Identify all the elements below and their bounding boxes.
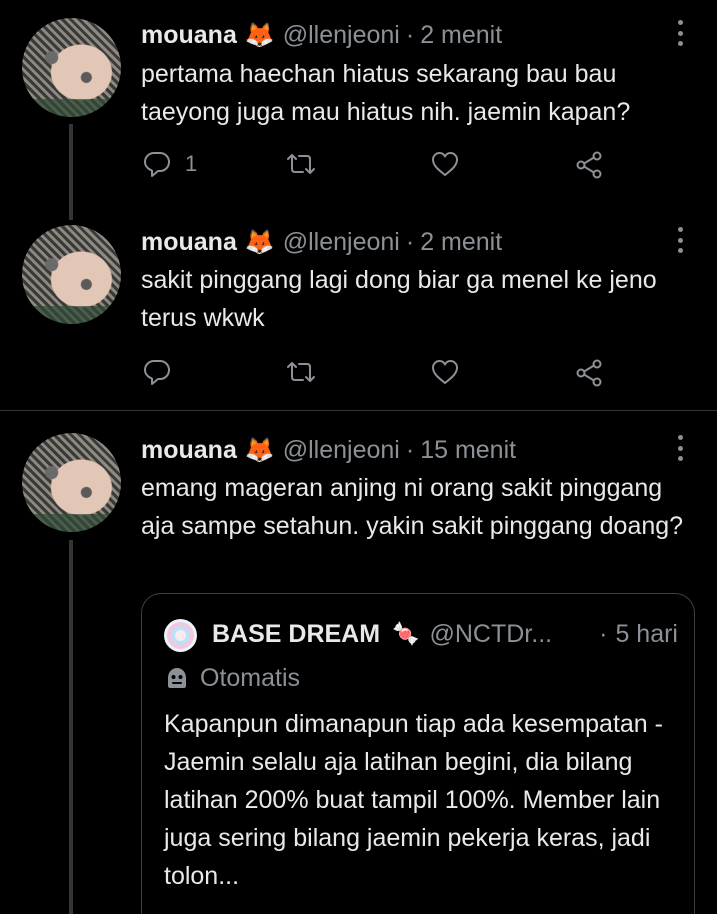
quote-timestamp: 5 hari <box>615 619 678 648</box>
like-button[interactable] <box>429 146 461 182</box>
tweet-text: sakit pinggang lagi dong biar ga menel k… <box>141 266 657 332</box>
tweet[interactable]: mouana 🦊 @llenjeoni · 2 menit pertama ha… <box>0 0 717 205</box>
author-handle[interactable]: @llenjeoni <box>283 436 400 465</box>
fox-emoji-icon: 🦊 <box>244 228 275 256</box>
timestamp[interactable]: 15 menit <box>420 436 516 465</box>
tweet[interactable]: mouana 🦊 @llenjeoni · 2 menit sakit ping… <box>0 205 717 410</box>
more-icon[interactable] <box>677 435 683 461</box>
author-name[interactable]: mouana <box>141 436 237 465</box>
reply-count: 1 <box>185 151 198 176</box>
tweet-text: pertama haechan hiatus sekarang bau bau … <box>141 60 631 126</box>
quote-text: Kapanpun dimanapun tiap ada kesempatan -… <box>164 710 663 890</box>
quote-header: BASE DREAM 🍬 @NCTDr... <box>212 618 552 650</box>
like-button[interactable] <box>429 354 461 390</box>
quote-avatar <box>164 619 197 652</box>
like-icon <box>432 360 458 384</box>
fox-emoji-icon: 🦊 <box>244 436 275 464</box>
retweet-button[interactable] <box>285 354 317 390</box>
tweet-header: mouana 🦊 @llenjeoni · 2 menit <box>141 227 502 257</box>
share-button[interactable] <box>573 146 605 182</box>
retweet-button[interactable] <box>285 146 317 182</box>
separator: · <box>405 435 415 464</box>
automated-label: Otomatis <box>164 662 300 694</box>
share-icon <box>576 359 602 387</box>
like-icon <box>432 152 458 176</box>
avatar[interactable] <box>22 225 121 324</box>
tweet-text: emang mageran anjing ni orang sakit ping… <box>141 474 684 540</box>
more-icon[interactable] <box>677 227 683 253</box>
timestamp[interactable]: 2 menit <box>420 21 502 50</box>
reply-icon <box>144 360 170 385</box>
share-icon <box>576 151 602 179</box>
quoted-tweet[interactable]: BASE DREAM 🍬 @NCTDr... · 5 hari Otomatis… <box>141 593 695 914</box>
reply-button[interactable] <box>141 354 185 390</box>
separator: · <box>405 227 415 256</box>
candy-emoji-icon: 🍬 <box>392 621 420 646</box>
separator: · <box>599 619 608 648</box>
author-name[interactable]: mouana <box>141 21 237 50</box>
quote-author-handle: @NCTDr... <box>429 619 553 648</box>
tweet-actions <box>141 354 611 390</box>
bot-icon <box>168 668 186 688</box>
retweet-icon <box>287 154 315 174</box>
author-handle[interactable]: @llenjeoni <box>283 228 400 257</box>
more-icon[interactable] <box>677 20 683 46</box>
fox-emoji-icon: 🦊 <box>244 21 275 49</box>
automated-label-text: Otomatis <box>200 663 301 692</box>
share-button[interactable] <box>573 354 605 390</box>
separator: · <box>405 20 415 49</box>
author-handle[interactable]: @llenjeoni <box>283 21 400 50</box>
avatar[interactable] <box>22 18 121 117</box>
retweet-icon <box>287 362 315 382</box>
tweet-header: mouana 🦊 @llenjeoni · 15 menit <box>141 435 516 465</box>
quote-time-group: · 5 hari <box>599 618 678 650</box>
reply-icon <box>144 152 170 177</box>
tweet-actions: 1 <box>141 146 611 182</box>
quote-author-name: BASE DREAM <box>212 619 381 648</box>
reply-button[interactable]: 1 <box>141 146 197 182</box>
timestamp[interactable]: 2 menit <box>420 228 502 257</box>
author-name[interactable]: mouana <box>141 228 237 257</box>
tweet-header: mouana 🦊 @llenjeoni · 2 menit <box>141 20 502 50</box>
avatar[interactable] <box>22 433 121 532</box>
